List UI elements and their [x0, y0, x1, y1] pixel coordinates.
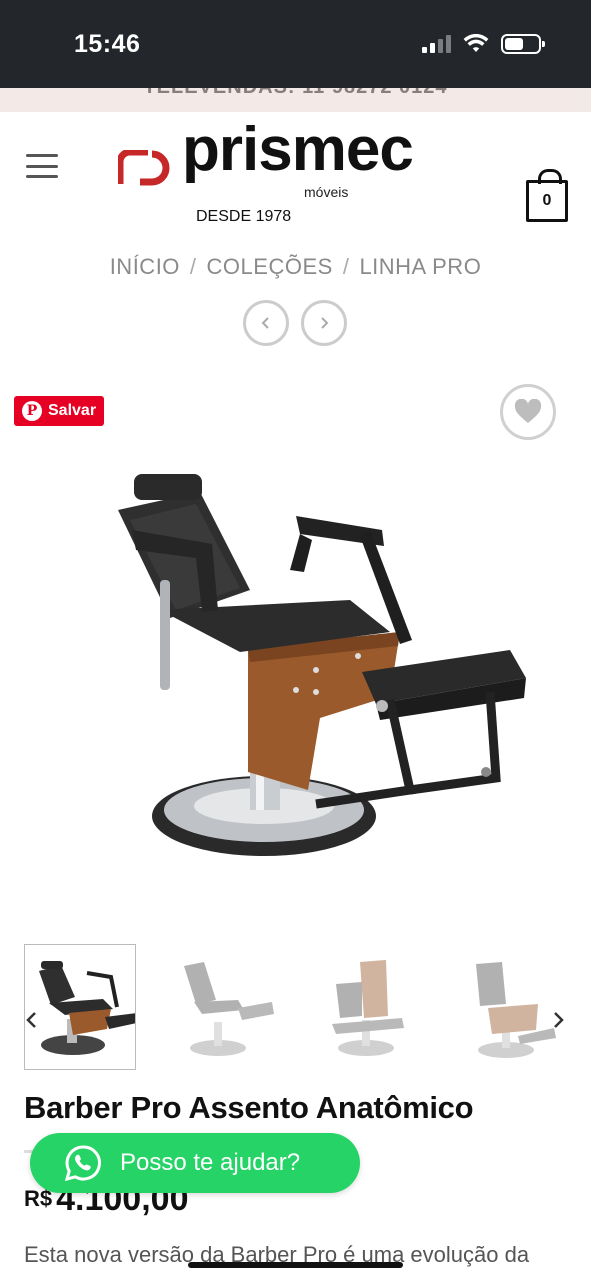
site-header: prismec móveis DESDE 1978 0	[0, 112, 591, 230]
whatsapp-chat-button[interactable]: Posso te ajudar?	[30, 1133, 360, 1193]
promo-strip: TELEVENDAS: 11 98272 0124	[0, 88, 591, 112]
cellular-signal-icon	[422, 35, 451, 53]
home-indicator	[188, 1262, 403, 1268]
status-time: 15:46	[74, 30, 141, 58]
logo-mark-icon	[118, 150, 170, 186]
breadcrumb-separator: /	[189, 254, 197, 279]
breadcrumb-linha-pro[interactable]: LINHA PRO	[359, 254, 481, 279]
chevron-left-icon	[261, 317, 269, 329]
breadcrumb-separator: /	[342, 254, 350, 279]
breadcrumb-home[interactable]: INÍCIO	[110, 254, 180, 279]
thumbnail-2[interactable]	[168, 944, 280, 1070]
hamburger-menu-icon[interactable]	[26, 154, 58, 178]
product-nav	[243, 300, 347, 346]
cart-button[interactable]: 0	[526, 169, 568, 222]
promo-text: TELEVENDAS: 11 98272 0124	[0, 88, 591, 99]
brand-subtitle: móveis	[304, 184, 349, 200]
product-title: Barber Pro Assento Anatômico	[24, 1090, 474, 1125]
pinterest-icon: P	[22, 401, 42, 421]
chevron-right-icon[interactable]	[548, 1010, 568, 1030]
breadcrumb: INÍCIO / COLEÇÕES / LINHA PRO	[0, 254, 591, 280]
whatsapp-icon	[64, 1145, 101, 1182]
whatsapp-label: Posso te ajudar?	[120, 1149, 301, 1176]
status-bar: 15:46	[0, 0, 591, 88]
cart-count: 0	[542, 192, 552, 209]
breadcrumb-collections[interactable]: COLEÇÕES	[207, 254, 333, 279]
pinterest-label: Salvar	[48, 402, 97, 419]
wifi-icon	[463, 34, 489, 52]
chevron-right-icon	[321, 317, 329, 329]
brand-since: DESDE 1978	[196, 208, 292, 225]
thumbnail-1[interactable]	[24, 944, 137, 1070]
status-icons	[422, 34, 545, 54]
thumbnail-4[interactable]	[458, 944, 570, 1070]
wishlist-button[interactable]	[500, 384, 556, 440]
battery-icon	[501, 34, 545, 54]
previous-product-button[interactable]	[243, 300, 289, 346]
thumbnail-3[interactable]	[312, 944, 424, 1070]
brand-name: prismec	[182, 115, 414, 184]
next-product-button[interactable]	[301, 300, 347, 346]
heart-icon	[514, 399, 542, 423]
thumbnail-gallery	[0, 944, 591, 1074]
pinterest-save-button[interactable]: P Salvar	[14, 396, 105, 426]
brand-logo[interactable]: prismec móveis DESDE 1978	[118, 115, 478, 225]
product-main-image[interactable]	[100, 460, 540, 870]
